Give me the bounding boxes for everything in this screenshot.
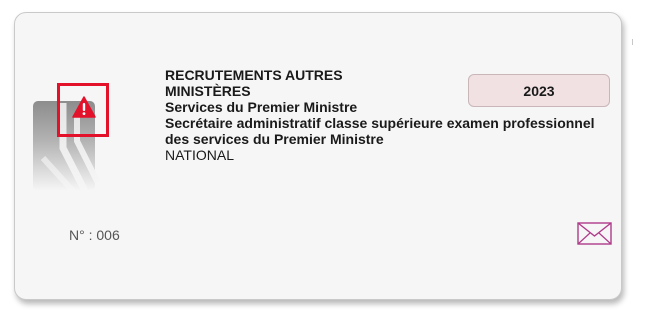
exam-title: Secrétaire administratif classe supérieu…: [165, 115, 595, 147]
card-number: N° : 006: [69, 227, 120, 243]
category-title: RECRUTEMENTS AUTRES MINISTÈRES: [165, 67, 343, 99]
year-badge: 2023: [468, 74, 610, 107]
alert-highlight-box[interactable]: [57, 83, 109, 137]
scope-label: NATIONAL: [165, 147, 234, 163]
recruitment-card[interactable]: RECRUTEMENTS AUTRES MINISTÈRES Services …: [14, 12, 633, 300]
warning-triangle-icon: [72, 96, 96, 118]
envelope-icon[interactable]: [577, 221, 613, 247]
card-edge-mark: [632, 39, 633, 45]
